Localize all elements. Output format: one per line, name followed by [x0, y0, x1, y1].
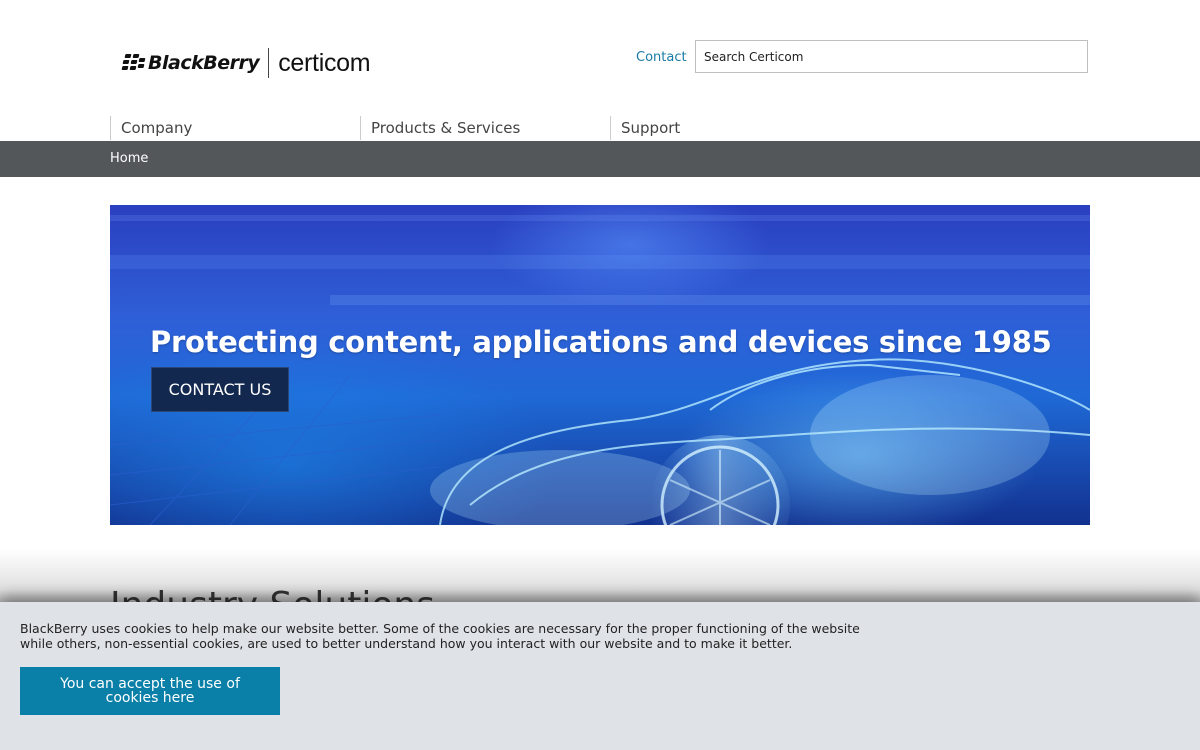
hero-car-illustration [110, 215, 1090, 525]
logo-product-text: certicom [278, 48, 371, 77]
cookie-notice-text: BlackBerry uses cookies to help make our… [20, 621, 860, 651]
logo-brand-text: BlackBerry [148, 52, 260, 74]
accept-cookies-button[interactable]: You can accept the use of cookies here [20, 667, 280, 715]
search-input[interactable] [695, 40, 1088, 73]
logo-divider [268, 48, 270, 78]
hero-title: Protecting content, applications and dev… [150, 325, 1052, 359]
cookie-banner: BlackBerry uses cookies to help make our… [0, 602, 1200, 750]
nav-item-support[interactable]: Support [610, 116, 680, 140]
contact-link[interactable]: Contact [636, 50, 687, 65]
nav-item-products-services[interactable]: Products & Services [360, 116, 520, 140]
breadcrumb-home-link[interactable]: Home [110, 151, 148, 166]
breadcrumb: Home [0, 141, 1200, 177]
blackberry-logo-icon [121, 54, 146, 72]
site-logo[interactable]: BlackBerry certicom [121, 47, 371, 79]
hero-banner: Protecting content, applications and dev… [110, 205, 1090, 525]
nav-item-company[interactable]: Company [110, 116, 192, 140]
contact-us-button[interactable]: CONTACT US [151, 367, 289, 412]
